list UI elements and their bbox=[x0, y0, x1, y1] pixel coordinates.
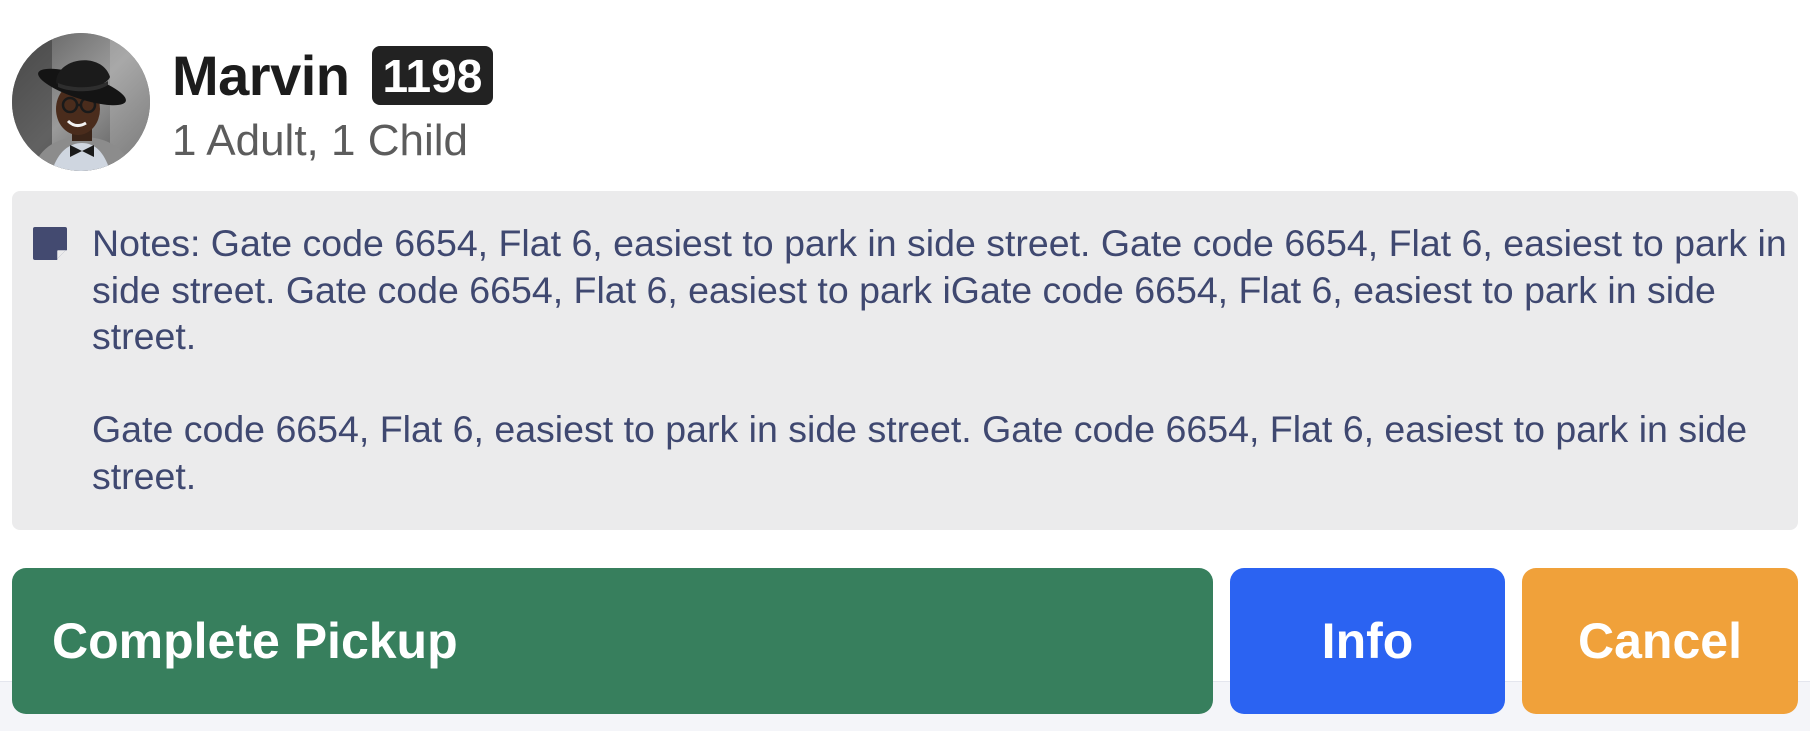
name-row: Marvin 1198 bbox=[172, 38, 494, 114]
info-button[interactable]: Info bbox=[1230, 568, 1505, 714]
avatar[interactable] bbox=[12, 33, 150, 171]
customer-identity: Marvin 1198 1 Adult, 1 Child bbox=[172, 38, 494, 167]
avatar-photo bbox=[12, 33, 150, 171]
party-size: 1 Adult, 1 Child bbox=[172, 115, 468, 165]
cancel-button[interactable]: Cancel bbox=[1522, 568, 1798, 714]
notes-panel: Notes: Gate code 6654, Flat 6, easiest t… bbox=[12, 191, 1798, 530]
action-buttons: Complete Pickup Info Cancel bbox=[0, 568, 1810, 714]
customer-id-badge: 1198 bbox=[371, 46, 494, 106]
notes-text: Notes: Gate code 6654, Flat 6, easiest t… bbox=[92, 222, 1787, 497]
complete-pickup-button[interactable]: Complete Pickup bbox=[12, 568, 1213, 714]
customer-name: Marvin bbox=[172, 43, 350, 107]
sticky-note-icon bbox=[32, 225, 68, 261]
customer-header: Marvin 1198 1 Adult, 1 Child bbox=[12, 33, 494, 171]
